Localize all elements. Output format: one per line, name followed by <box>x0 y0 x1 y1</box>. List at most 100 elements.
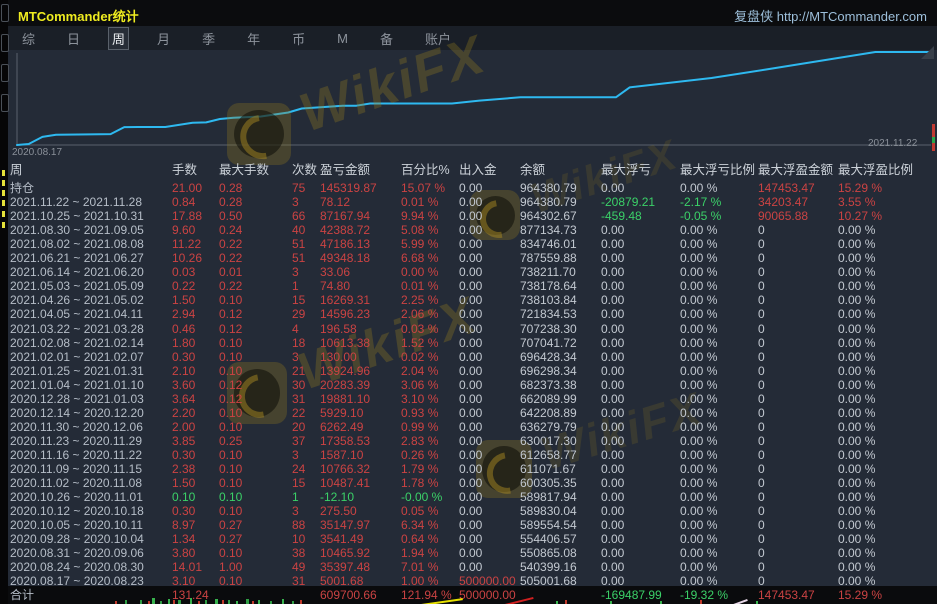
cell-max_float_loss_pct: 0.00 % <box>680 546 717 560</box>
menu-item-M[interactable]: M <box>333 29 352 48</box>
table-row[interactable]: 2021.04.26 ~ 2021.05.021.500.101516269.3… <box>0 293 937 307</box>
cell-max_float_loss_pct: 0.00 % <box>680 392 717 406</box>
brand-link[interactable]: 复盘侠 http://MTCommander.com <box>734 6 927 25</box>
column-header-max_lots[interactable]: 最大手数 <box>219 163 269 177</box>
cell-pl_amount: 5929.10 <box>320 406 363 420</box>
cell-pl_amount: 10465.92 <box>320 546 370 560</box>
table-row[interactable]: 2021.06.21 ~ 2021.06.2710.260.225149348.… <box>0 251 937 265</box>
column-header-max_float_profit_pct[interactable]: 最大浮盈比例 <box>838 163 913 177</box>
x-axis-start-label: 2020.08.17 <box>12 147 62 158</box>
table-row[interactable]: 2020.08.31 ~ 2020.09.063.800.103810465.9… <box>0 546 937 560</box>
table-row[interactable]: 2021.08.30 ~ 2021.09.059.600.244042388.7… <box>0 223 937 237</box>
table-row[interactable]: 2020.11.09 ~ 2020.11.152.380.102410766.3… <box>0 462 937 476</box>
table-row[interactable]: 2020.12.28 ~ 2021.01.033.640.123119881.1… <box>0 392 937 406</box>
cell-max_float_profit: 0 <box>758 448 765 462</box>
menu-item-备[interactable]: 备 <box>376 27 397 50</box>
cell-balance: 964380.79 <box>520 181 577 195</box>
table-row[interactable]: 2020.08.24 ~ 2020.08.3014.011.004935397.… <box>0 560 937 574</box>
column-header-max_float_loss_pct[interactable]: 最大浮亏比例 <box>680 163 755 177</box>
menu-item-日[interactable]: 日 <box>63 27 84 50</box>
cell-max_float_loss_pct: 0.00 % <box>680 476 717 490</box>
menu-item-年[interactable]: 年 <box>243 27 264 50</box>
table-row[interactable]: 2021.04.05 ~ 2021.04.112.940.122914596.2… <box>0 307 937 321</box>
cell-count: 3 <box>292 350 299 364</box>
cell-count: 3 <box>292 265 299 279</box>
cell-week: 2021.06.14 ~ 2021.06.20 <box>10 265 144 279</box>
cell-deposit: 0.00 <box>459 293 482 307</box>
cell-balance: 834746.01 <box>520 237 577 251</box>
column-header-deposit[interactable]: 出入金 <box>459 163 497 177</box>
column-header-balance[interactable]: 余额 <box>520 163 545 177</box>
table-row[interactable]: 2020.10.05 ~ 2020.10.118.970.278835147.9… <box>0 518 937 532</box>
cell-deposit: 0.00 <box>459 350 482 364</box>
cell-balance: 721834.53 <box>520 307 577 321</box>
cell-balance: 630017.30 <box>520 434 577 448</box>
cell-pl_amount: 196.58 <box>320 322 357 336</box>
table-row[interactable]: 2020.11.30 ~ 2020.12.062.000.10206262.49… <box>0 420 937 434</box>
cell-pl_amount: 33.06 <box>320 265 350 279</box>
table-row[interactable]: 2020.10.12 ~ 2020.10.180.300.103275.500.… <box>0 504 937 518</box>
table-row[interactable]: 2021.03.22 ~ 2021.03.280.460.124196.580.… <box>0 322 937 336</box>
cell-max_float_loss: 0.00 <box>601 307 624 321</box>
column-header-week[interactable]: 周 <box>10 163 23 177</box>
cell-pct: 2.83 % <box>401 434 438 448</box>
cell-pct: 2.06 % <box>401 307 438 321</box>
cell-balance: 611071.67 <box>520 462 576 476</box>
cell-max_lots: 0.24 <box>219 223 242 237</box>
table-row[interactable]: 2021.05.03 ~ 2021.05.090.220.22174.800.0… <box>0 279 937 293</box>
cell-count: 51 <box>292 237 305 251</box>
cell-count: 66 <box>292 209 305 223</box>
cell-deposit: 500000.00 <box>459 588 516 602</box>
column-header-lots[interactable]: 手数 <box>172 163 197 177</box>
table-row[interactable]: 持仓21.000.2875145319.8715.07 %0.00964380.… <box>0 181 937 195</box>
table-row[interactable]: 2020.11.23 ~ 2020.11.293.850.253717358.5… <box>0 434 937 448</box>
table-row[interactable]: 2020.09.28 ~ 2020.10.041.340.27103541.49… <box>0 532 937 546</box>
cell-week: 2021.08.02 ~ 2021.08.08 <box>10 237 144 251</box>
table-row[interactable]: 2021.06.14 ~ 2021.06.200.030.01333.060.0… <box>0 265 937 279</box>
cell-pct: 5.08 % <box>401 223 438 237</box>
cell-max_float_profit: 0 <box>758 532 765 546</box>
table-row[interactable]: 2020.11.16 ~ 2020.11.220.300.1031587.100… <box>0 448 937 462</box>
cell-deposit: 0.00 <box>459 560 482 574</box>
cell-max_float_profit: 147453.47 <box>758 181 815 195</box>
cell-pct: 1.78 % <box>401 476 438 490</box>
menu-item-周[interactable]: 周 <box>108 27 129 50</box>
cell-week: 2020.11.16 ~ 2020.11.22 <box>10 448 142 462</box>
table-row[interactable]: 2021.01.04 ~ 2021.01.103.600.123020283.3… <box>0 378 937 392</box>
table-row[interactable]: 2021.10.25 ~ 2021.10.3117.880.506687167.… <box>0 209 937 223</box>
cell-lots: 2.94 <box>172 307 195 321</box>
cell-balance: 707041.72 <box>520 336 577 350</box>
menu-item-综[interactable]: 综 <box>18 27 39 50</box>
column-header-max_float_loss[interactable]: 最大浮亏 <box>601 163 651 177</box>
table-row[interactable]: 2020.12.14 ~ 2020.12.202.200.10225929.10… <box>0 406 937 420</box>
table-row[interactable]: 2020.11.02 ~ 2020.11.081.500.101510487.4… <box>0 476 937 490</box>
cell-deposit: 0.00 <box>459 518 482 532</box>
cell-lots: 14.01 <box>172 560 202 574</box>
table-row[interactable]: 2021.08.02 ~ 2021.08.0811.220.225147186.… <box>0 237 937 251</box>
cell-lots: 8.97 <box>172 518 195 532</box>
menu-item-月[interactable]: 月 <box>153 27 174 50</box>
cell-max_float_loss: 0.00 <box>601 406 624 420</box>
mtcommander-stats-window: MTCommander统计 复盘侠 http://MTCommander.com… <box>0 0 937 604</box>
menu-item-季[interactable]: 季 <box>198 27 219 50</box>
equity-curve-chart <box>0 50 937 156</box>
menu-item-账户[interactable]: 账户 <box>421 27 455 50</box>
table-row[interactable]: 2020.10.26 ~ 2020.11.010.100.101-12.10-0… <box>0 490 937 504</box>
cell-max_float_profit_pct: 3.55 % <box>838 195 875 209</box>
column-header-count[interactable]: 次数 <box>292 163 317 177</box>
table-row[interactable]: 2021.11.22 ~ 2021.11.280.840.28378.120.0… <box>0 195 937 209</box>
cell-max_float_loss: 0.00 <box>601 237 624 251</box>
cell-max_lots: 0.10 <box>219 546 242 560</box>
column-header-pl_amount[interactable]: 盈亏金额 <box>320 163 370 177</box>
table-row[interactable]: 2021.02.01 ~ 2021.02.070.300.103130.000.… <box>0 350 937 364</box>
table-row[interactable]: 2021.02.08 ~ 2021.02.141.800.101810613.3… <box>0 336 937 350</box>
cell-count: 88 <box>292 518 305 532</box>
table-row[interactable]: 2021.01.25 ~ 2021.01.312.100.102113924.9… <box>0 364 937 378</box>
menu-item-币[interactable]: 币 <box>288 27 309 50</box>
cell-max_lots: 0.10 <box>219 462 242 476</box>
cell-pl_amount: 130.00 <box>320 350 357 364</box>
column-header-pct[interactable]: 百分比% <box>401 163 450 177</box>
column-header-max_float_profit[interactable]: 最大浮盈金额 <box>758 163 833 177</box>
cell-week: 合计 <box>10 588 34 602</box>
total-row[interactable]: 合计131.24609700.66121.94 %500000.00-16948… <box>0 586 937 604</box>
